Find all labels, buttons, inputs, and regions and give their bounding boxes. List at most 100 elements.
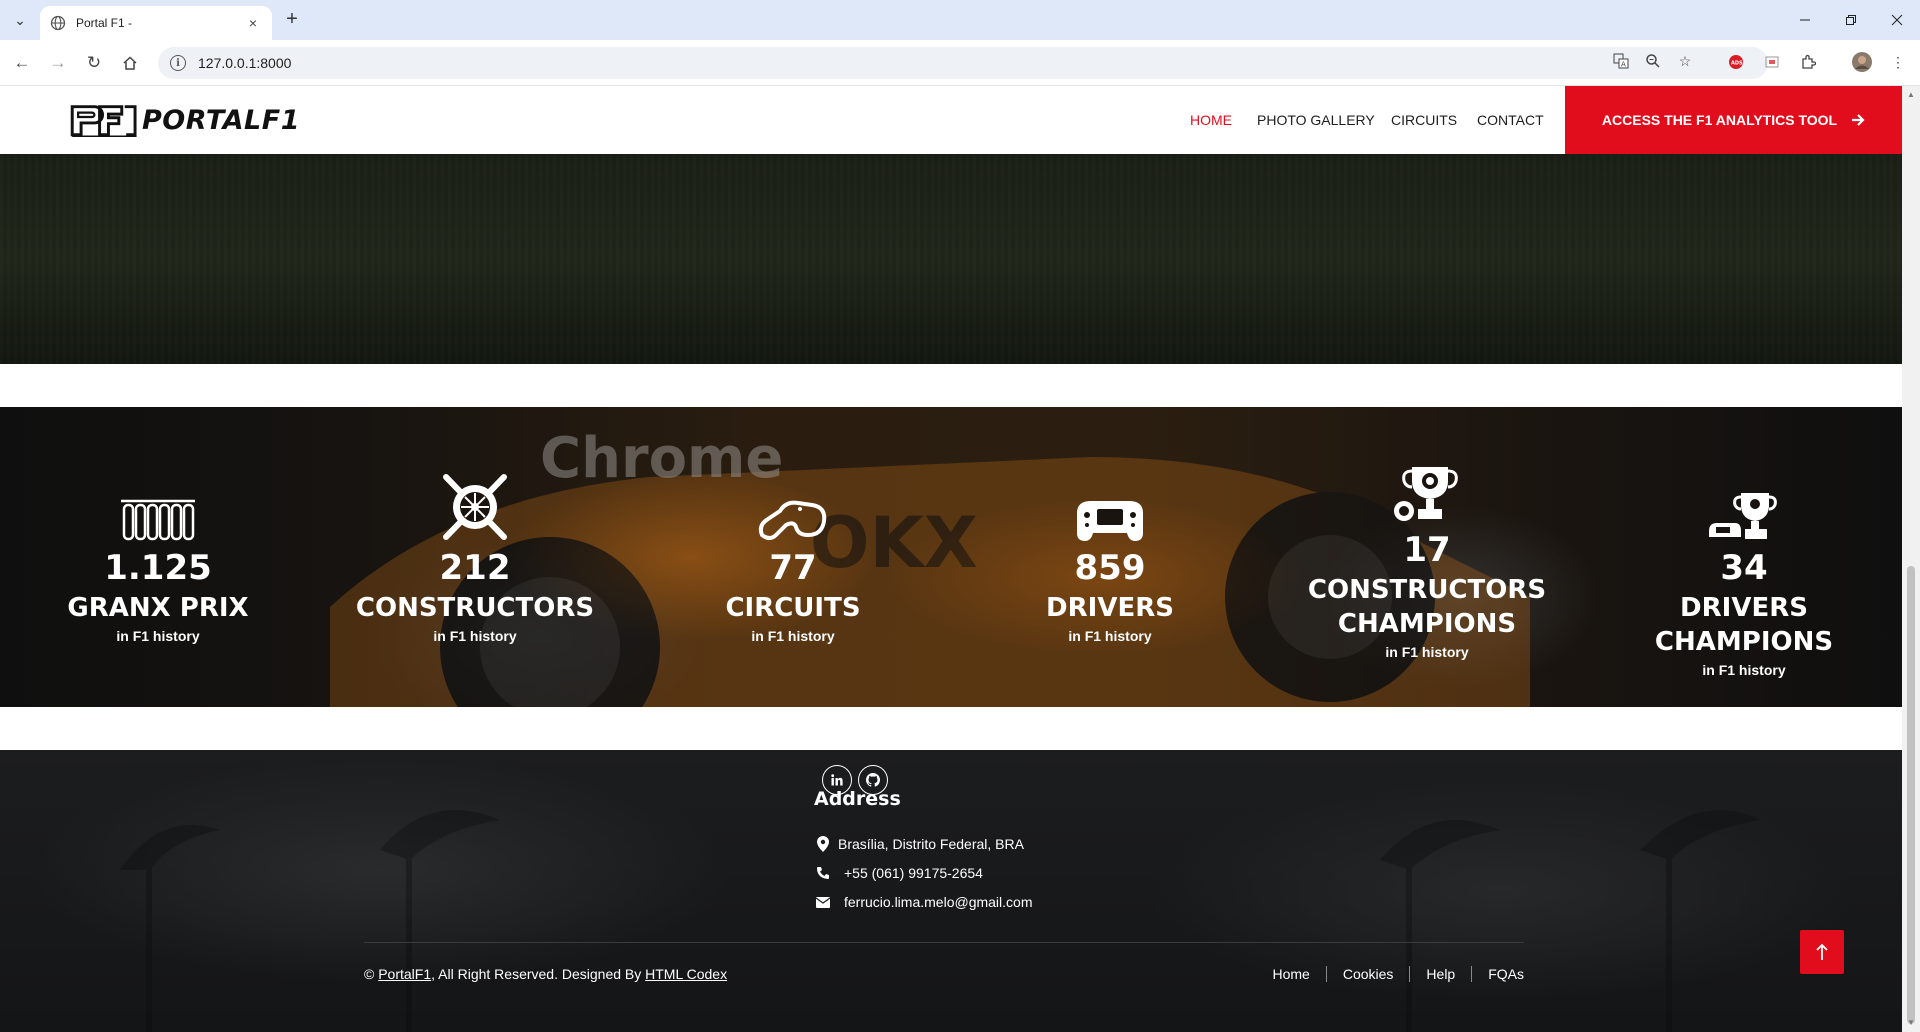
nav-item-photo-gallery[interactable]: PHOTO GALLERY [1257,86,1375,154]
circuit-track-icon [758,500,827,540]
back-to-top-button[interactable] [1800,930,1844,974]
zoom-icon[interactable] [1644,52,1662,70]
github-button[interactable] [858,765,888,795]
svg-text:A: A [1621,61,1626,69]
stat-label: DRIVERS [1046,593,1174,623]
footer-link-home[interactable]: Home [1272,966,1309,982]
back-button[interactable]: ← [10,51,34,75]
stat-label-line2: CHAMPIONS [1337,609,1517,639]
forward-button[interactable]: → [46,51,70,75]
stat-label: CIRCUITS [725,593,861,623]
puzzle-extensions-icon[interactable] [1798,52,1818,72]
cta-label: ACCESS THE F1 ANALYTICS TOOL [1601,112,1838,128]
stat-sub: in F1 history [1385,644,1469,660]
designer-link[interactable]: HTML Codex [645,966,727,982]
hero-image [0,154,1902,364]
footer-links: Home Cookies Help FQAs [1272,966,1524,982]
stat-constructors-champions: 17 CONSTRUCTORS CHAMPIONS in F1 history [1277,449,1577,661]
new-tab-button[interactable]: + [280,8,304,32]
trophy-wheel-icon [1394,467,1458,521]
minimize-icon [1800,19,1810,21]
browser-tab-bar: ⌄ Portal F1 - × + [0,0,1920,40]
url-bar[interactable]: i 127.0.0.1:8000 [158,47,1768,79]
steering-wheel-icon [1077,501,1143,541]
nav-link-contact[interactable]: CONTACT [1477,112,1544,128]
stat-number: 212 [439,548,511,588]
site-navbar: PORTALF1 HOME PHOTO GALLERY CIRCUITS CON… [0,86,1902,154]
wheel-wrench-icon [443,474,507,540]
profile-avatar[interactable] [1852,52,1872,72]
stat-grand-prix: 1.125 GRANX PRIX in F1 history [8,467,308,645]
stat-sub: in F1 history [1068,628,1152,644]
address-email: ferrucio.lima.melo@gmail.com [814,892,1032,912]
scroll-up-arrow-icon[interactable]: ▲ [1906,90,1916,100]
analytics-tool-button[interactable]: ACCESS THE F1 ANALYTICS TOOL [1565,86,1902,154]
restore-icon [1846,15,1856,25]
scrollbar-thumb[interactable] [1907,566,1915,1024]
stat-drivers: 859 DRIVERS in F1 history [960,467,1260,645]
stat-label: GRANX PRIX [67,593,249,623]
nav-link-circuits[interactable]: CIRCUITS [1391,112,1457,128]
stat-number: 77 [769,548,817,588]
stat-label: DRIVERS CHAMPIONS [1654,593,1834,657]
chevron-down-icon: ⌄ [14,11,26,28]
map-marker-icon [817,836,829,852]
menu-kebab-icon[interactable]: ⋮ [1888,52,1908,72]
minimize-button[interactable] [1782,0,1828,40]
logo-wordmark: PORTALF1 [142,104,300,136]
browser-tab[interactable]: Portal F1 - × [40,6,272,40]
stat-number: 34 [1720,548,1768,588]
stat-label: CONSTRUCTORS [355,593,595,623]
stat-number: 1.125 [104,548,212,588]
home-icon [123,56,137,70]
address-location: Brasília, Distrito Federal, BRA [814,834,1024,854]
page-scrollbar[interactable]: ▲ ▼ [1902,86,1920,1032]
footer-background-image [120,810,1760,1032]
close-window-button[interactable] [1874,0,1920,40]
link-separator [1325,966,1327,982]
footer-link-cookies[interactable]: Cookies [1343,966,1394,982]
translate-icon[interactable]: A [1612,52,1630,70]
close-tab-icon[interactable]: × [244,15,262,31]
link-separator [1409,966,1411,982]
email-text: ferrucio.lima.melo@gmail.com [844,894,1033,910]
home-button[interactable] [118,51,142,75]
address-bar-row: ← → ↻ i 127.0.0.1:8000 A ☆ ADS ⋮ [0,40,1920,86]
stat-sub: in F1 history [751,628,835,644]
stat-number: 859 [1074,548,1146,588]
link-separator [1471,966,1473,982]
stat-constructors: 212 CONSTRUCTORS in F1 history [325,467,625,645]
linkedin-button[interactable] [822,765,852,795]
nav-item-home[interactable]: HOME [1190,86,1232,154]
site-name-link[interactable]: PortalF1 [378,966,431,982]
site-info-icon[interactable]: i [170,55,186,71]
reload-button[interactable]: ↻ [82,51,106,75]
bookmark-star-icon[interactable]: ☆ [1676,52,1694,70]
address-phone: +55 (061) 99175-2654 [814,863,983,883]
footer-link-help[interactable]: Help [1426,966,1455,982]
nav-link-home[interactable]: HOME [1190,112,1232,128]
restore-button[interactable] [1828,0,1874,40]
tab-search-button[interactable]: ⌄ [8,8,32,32]
stat-drivers-champions: 34 DRIVERS CHAMPIONS in F1 history [1594,467,1894,679]
copyright: © PortalF1, All Right Reserved. Designed… [364,966,727,982]
linkedin-icon [831,774,843,786]
location-text: Brasília, Distrito Federal, BRA [838,836,1024,852]
footer-link-fqas[interactable]: FQAs [1488,966,1524,982]
url-text: 127.0.0.1:8000 [198,55,292,71]
stat-circuits: 77 CIRCUITS in F1 history [643,467,943,645]
nav-item-circuits[interactable]: CIRCUITS [1391,86,1457,154]
f1-logo-mark [70,105,137,138]
scroll-down-arrow-icon[interactable]: ▼ [1906,1018,1916,1028]
extension-icon[interactable] [1762,52,1782,72]
adblock-extension-icon[interactable]: ADS [1726,52,1746,72]
nav-link-photo-gallery[interactable]: PHOTO GALLERY [1257,112,1375,128]
phone-icon [817,867,829,879]
grid-icon [121,499,195,541]
nav-item-contact[interactable]: CONTACT [1477,86,1544,154]
envelope-icon [816,896,830,908]
site-logo[interactable]: PORTALF1 [70,96,300,144]
stats-section: Chrome OKX 1.125 GRANX PRIX in F1 histor… [0,407,1902,707]
stat-sub: in F1 history [433,628,517,644]
svg-text:ADS: ADS [1731,61,1743,67]
